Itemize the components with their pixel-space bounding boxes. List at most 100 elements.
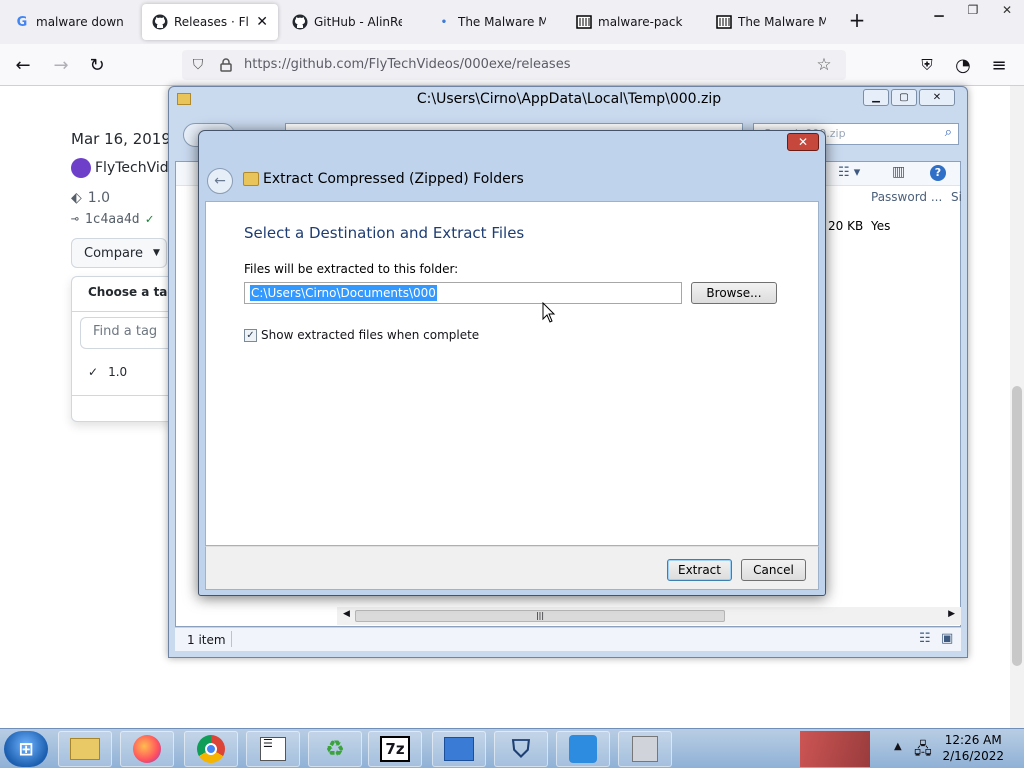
minimize-icon[interactable]: ▁	[922, 0, 956, 20]
preview-pane-icon[interactable]: ▥	[892, 164, 905, 180]
tag-option[interactable]: ✓ 1.0	[88, 365, 127, 379]
pocket-icon[interactable]: ⛨	[914, 52, 940, 78]
help-icon[interactable]: ?	[930, 165, 946, 181]
github-icon	[292, 14, 308, 30]
menu-icon[interactable]: ≡	[986, 52, 1012, 78]
firefox-icon	[133, 735, 161, 763]
close-icon[interactable]: ✕	[919, 89, 955, 106]
restore-icon[interactable]: ❐	[956, 0, 990, 20]
caret-down-icon: ▼	[152, 248, 160, 258]
search-icon: ⌕	[944, 125, 952, 140]
minimize-icon[interactable]: ▁	[863, 89, 889, 106]
explorer-icon	[70, 738, 100, 760]
extract-button[interactable]: Extract	[667, 559, 732, 581]
close-tab-icon[interactable]: ✕	[256, 14, 268, 30]
reload-icon[interactable]: ↻	[84, 52, 110, 78]
taskbar-explorer[interactable]	[58, 731, 112, 767]
tag-label: 1.0	[87, 190, 111, 206]
tray-expand-icon[interactable]: ▲	[894, 741, 902, 752]
close-icon[interactable]: ✕	[990, 0, 1024, 20]
explorer-window-controls: ▁ ▢ ✕	[863, 89, 955, 106]
commit-icon: ⊸	[71, 212, 79, 227]
tab-title: The Malware Mus	[458, 15, 546, 29]
tab-title: GitHub - AlinReso	[314, 15, 402, 29]
scroll-left-icon[interactable]: ◀	[343, 609, 350, 619]
horizontal-scrollbar-thumb[interactable]: |||	[355, 610, 725, 622]
scrollbar-thumb[interactable]	[1012, 386, 1022, 666]
clock-time: 12:26 AM	[944, 733, 1002, 747]
archive-icon	[576, 14, 592, 30]
destination-label: Files will be extracted to this folder:	[244, 262, 459, 276]
show-files-option[interactable]: ✓ Show extracted files when complete	[244, 328, 479, 342]
find-tag-input[interactable]: Find a tag	[80, 317, 172, 349]
compare-button[interactable]: Compare ▼	[71, 238, 167, 268]
tag-picker-popover: Choose a tag to Find a tag ✓ 1.0	[71, 276, 194, 422]
new-tab-button[interactable]: +	[846, 10, 868, 32]
lock-icon[interactable]	[216, 55, 236, 75]
github-icon	[152, 14, 168, 30]
start-button[interactable]: ⊞	[4, 731, 48, 767]
dialog-heading: Select a Destination and Extract Files	[244, 224, 525, 242]
release-commit[interactable]: ⊸ 1c4aa4d ✓	[71, 212, 153, 227]
file-size: 20 KB	[828, 219, 864, 233]
dialog-close-button[interactable]: ✕	[787, 133, 819, 151]
taskbar-clock[interactable]: 12:26 AM 2/16/2022	[942, 732, 1004, 764]
cancel-button[interactable]: Cancel	[741, 559, 806, 581]
url-text: https://github.com/FlyTechVideos/000exe/…	[244, 57, 571, 72]
shield-icon[interactable]: ⛉	[188, 55, 208, 75]
browse-button[interactable]: Browse...	[691, 282, 777, 304]
tab-title: Releases · FlyTe	[174, 15, 249, 29]
page-scrollbar[interactable]	[1010, 86, 1024, 728]
taskbar-network[interactable]	[432, 731, 486, 767]
notes-icon: ☰	[260, 737, 286, 761]
verified-check-icon: ✓	[145, 212, 154, 227]
tab-malware-museum-2[interactable]: The Malware Mus	[706, 4, 846, 40]
archive-icon	[716, 14, 732, 30]
selected-path-text: C:\Users\Cirno\Documents\000	[250, 285, 437, 301]
bookmark-star-icon[interactable]: ☆	[814, 55, 834, 75]
forward-arrow-icon[interactable]: →	[48, 52, 74, 78]
show-files-checkbox[interactable]: ✓	[244, 328, 257, 342]
large-icons-view-icon[interactable]: ▣	[941, 631, 953, 646]
details-view-icon[interactable]: ☷	[919, 631, 931, 646]
horizontal-scrollbar[interactable]: ◀ ||| ▶	[337, 607, 961, 625]
browser-tab-bar: G malware downloa Releases · FlyTe ✕ Git…	[0, 0, 1024, 44]
taskbar-7zip[interactable]: 7z	[368, 731, 422, 767]
view-options-icon[interactable]: ☷ ▾	[838, 165, 860, 180]
account-icon[interactable]: ◔	[950, 52, 976, 78]
tab-malware-pack[interactable]: malware-pack dir	[566, 4, 706, 40]
tab-google[interactable]: G malware downloa	[4, 4, 142, 40]
iobit-icon	[569, 735, 597, 763]
back-arrow-icon[interactable]: ←	[10, 52, 36, 78]
7zip-icon: 7z	[380, 736, 410, 762]
taskbar-notes[interactable]: ☰	[246, 731, 300, 767]
back-arrow-icon[interactable]: ←	[207, 168, 233, 194]
url-bar[interactable]: ⛉ https://github.com/FlyTechVideos/000ex…	[182, 50, 846, 80]
column-header-password[interactable]: Password ...	[871, 190, 942, 204]
file-password: Yes	[871, 219, 891, 233]
taskbar-iobit[interactable]	[556, 731, 610, 767]
column-header-size[interactable]: Si	[951, 190, 962, 204]
author-name[interactable]: FlyTechVide	[95, 160, 177, 176]
archive-icon	[632, 736, 658, 762]
tab-title: The Malware Mus	[738, 15, 826, 29]
taskbar-shield[interactable]: ⛉	[494, 731, 548, 767]
taskbar-chrome[interactable]	[184, 731, 238, 767]
windows-taskbar: ⊞ ☰ ♻ 7z ⛉ ▲ 🖧 12:26 AM 2/16/2022	[0, 728, 1024, 768]
tab-github-alin[interactable]: GitHub - AlinReso	[282, 4, 422, 40]
network-tray-icon[interactable]: 🖧	[914, 738, 932, 765]
release-author[interactable]: FlyTechVide	[71, 158, 177, 178]
mouse-cursor-icon	[542, 302, 556, 323]
taskbar-archive[interactable]	[618, 731, 672, 767]
taskbar-recycle[interactable]: ♻	[308, 731, 362, 767]
release-tag[interactable]: ⬖ 1.0	[71, 190, 110, 206]
clock-date: 2/16/2022	[942, 749, 1004, 763]
maximize-icon[interactable]: ▢	[891, 89, 917, 106]
tab-malware-museum-1[interactable]: • The Malware Mus	[426, 4, 566, 40]
tab-releases[interactable]: Releases · FlyTe ✕	[142, 4, 278, 40]
scroll-right-icon[interactable]: ▶	[948, 609, 955, 619]
destination-path-input[interactable]: C:\Users\Cirno\Documents\000	[244, 282, 682, 304]
taskbar-firefox[interactable]	[120, 731, 174, 767]
explorer-status-bar: 1 item ☷ ▣	[175, 627, 961, 651]
chrome-icon	[197, 735, 225, 763]
